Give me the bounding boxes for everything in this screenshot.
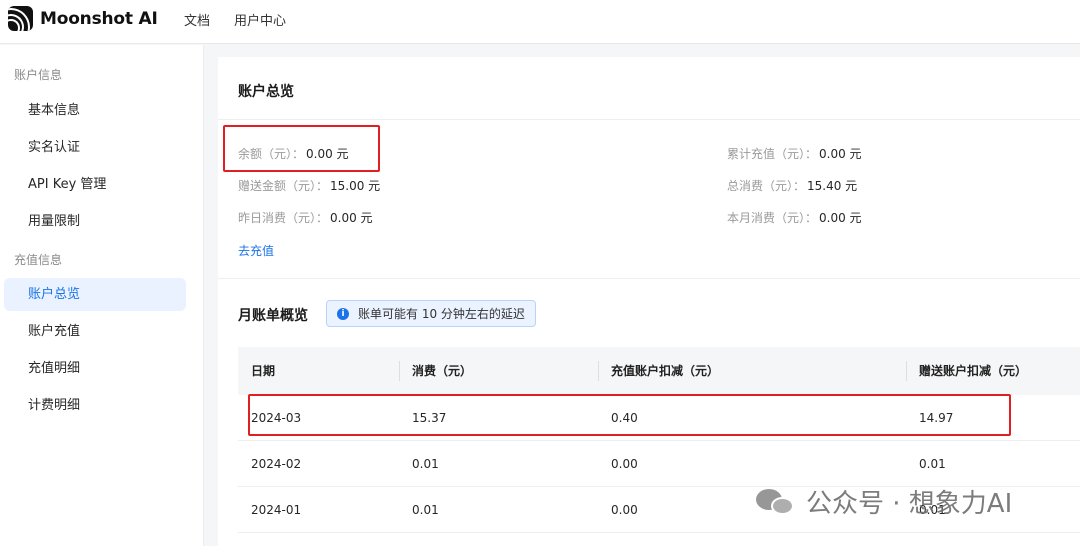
table-row: 2024-02 0.01 0.00 0.01 <box>238 441 1080 487</box>
sidebar-item-usage-limits[interactable]: 用量限制 <box>4 205 186 238</box>
stat-label: 赠送金额（元）： <box>238 179 329 193</box>
sidebar-item-recharge-details[interactable]: 充值明细 <box>4 352 186 385</box>
info-icon: i <box>337 307 349 320</box>
recharge-link[interactable]: 去充值 <box>238 242 274 259</box>
cell-gift-deduction: 0.01 <box>919 457 946 471</box>
delay-notice: i 账单可能有 10 分钟左右的延迟 <box>326 300 536 327</box>
wechat-icon <box>756 487 796 517</box>
notice-text: 账单可能有 10 分钟左右的延迟 <box>358 307 525 321</box>
column-header-date: 日期 <box>251 364 276 378</box>
stat-balance: 余额（元）： 0.00 元 <box>238 145 349 162</box>
sidebar-item-account-overview[interactable]: 账户总览 <box>4 278 186 311</box>
stat-value: 0.00 元 <box>819 147 862 161</box>
divider <box>218 278 1080 279</box>
sidebar-item-basic-info[interactable]: 基本信息 <box>4 94 186 127</box>
sidebar-item-billing-details[interactable]: 计费明细 <box>4 389 186 422</box>
sidebar-item-api-keys[interactable]: API Key 管理 <box>4 168 186 201</box>
brand-logo[interactable]: Moonshot AI <box>8 6 158 31</box>
cell-recharge-deduction: 0.00 <box>611 457 638 471</box>
cell-date: 2024-01 <box>251 503 302 517</box>
stat-value: 15.00 元 <box>330 179 381 193</box>
watermark: 公众号 · 想象力AI <box>756 483 1012 520</box>
divider <box>218 119 1080 120</box>
stat-total-recharge: 累计充值（元）： 0.00 元 <box>727 145 862 162</box>
stat-yesterday-spend: 昨日消费（元）： 0.00 元 <box>238 209 373 226</box>
stat-value: 0.00 元 <box>306 147 349 161</box>
sidebar-item-recharge[interactable]: 账户充值 <box>4 315 186 348</box>
cell-spend: 0.01 <box>412 503 439 517</box>
cell-gift-deduction: 14.97 <box>919 411 954 425</box>
stat-label: 累计充值（元）： <box>727 147 818 161</box>
brand-name: Moonshot AI <box>40 8 158 29</box>
sidebar-group-recharge-info: 充值信息 <box>14 253 63 267</box>
stat-gift-amount: 赠送金额（元）： 15.00 元 <box>238 177 380 194</box>
column-header-recharge-deduction: 充值账户扣减（元） <box>611 364 720 378</box>
sidebar: 账户信息 基本信息 实名认证 API Key 管理 用量限制 充值信息 账户总览… <box>0 45 204 546</box>
table-header: 日期 消费（元） 充值账户扣减（元） 赠送账户扣减（元） <box>238 347 1080 395</box>
table-row: 2024-03 15.37 0.40 14.97 <box>238 395 1080 441</box>
stat-value: 0.00 元 <box>819 211 862 225</box>
column-header-gift-deduction: 赠送账户扣减（元） <box>919 364 1028 378</box>
sidebar-group-account-info: 账户信息 <box>14 68 63 82</box>
stat-label: 余额（元）： <box>238 147 305 161</box>
cell-recharge-deduction: 0.00 <box>611 503 638 517</box>
cell-date: 2024-02 <box>251 457 302 471</box>
stat-total-spend: 总消费（元）： 15.40 元 <box>727 177 857 194</box>
account-overview-card: 账户总览 余额（元）： 0.00 元 赠送金额（元）： 15.00 元 昨日消费（元… <box>218 57 1080 546</box>
stat-label: 昨日消费（元）： <box>238 211 329 225</box>
column-header-spend: 消费（元） <box>412 364 473 378</box>
stat-month-spend: 本月消费（元）： 0.00 元 <box>727 209 862 226</box>
watermark-text: 公众号 · 想象力AI <box>806 489 1013 519</box>
cell-spend: 15.37 <box>412 411 447 425</box>
sidebar-item-verification[interactable]: 实名认证 <box>4 131 186 164</box>
moonshot-logo-icon <box>8 6 33 31</box>
cell-recharge-deduction: 0.40 <box>611 411 638 425</box>
nav-user-center[interactable]: 用户中心 <box>234 10 286 29</box>
stat-label: 本月消费（元）： <box>727 211 818 225</box>
nav-docs[interactable]: 文档 <box>184 10 210 29</box>
stat-value: 0.00 元 <box>330 211 373 225</box>
top-bar: Moonshot AI 文档 用户中心 <box>0 0 1080 44</box>
cell-spend: 0.01 <box>412 457 439 471</box>
top-nav: 文档 用户中心 <box>184 10 286 29</box>
stat-label: 总消费（元）： <box>727 179 806 193</box>
stat-value: 15.40 元 <box>807 179 858 193</box>
cell-date: 2024-03 <box>251 411 302 425</box>
monthly-bill-title: 月账单概览 <box>238 308 308 324</box>
page-title: 账户总览 <box>238 84 294 100</box>
